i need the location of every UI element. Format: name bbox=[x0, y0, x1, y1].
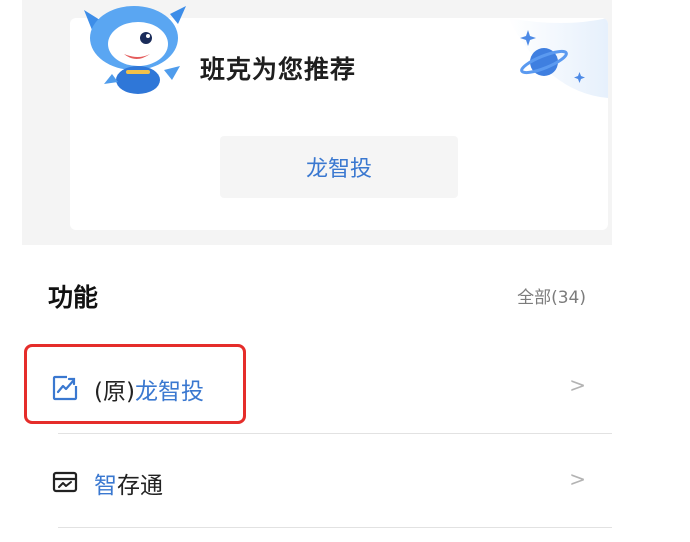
feature-item-label: (原)龙智投 bbox=[94, 372, 204, 406]
feature-label-prefix: (原) bbox=[94, 379, 135, 405]
recommend-section: 班克为您推荐 龙智投 bbox=[22, 0, 612, 245]
chevron-right-icon: > bbox=[569, 467, 586, 491]
feature-label-highlight: 智 bbox=[94, 473, 117, 499]
feature-item-longzhitou[interactable]: (原)龙智投 > bbox=[22, 340, 612, 434]
features-section-title: 功能 bbox=[48, 283, 99, 312]
chevron-right-icon: > bbox=[569, 373, 586, 397]
divider bbox=[58, 527, 612, 528]
view-all-features-link[interactable]: 全部(34) bbox=[517, 283, 586, 308]
trend-chart-icon bbox=[52, 375, 78, 401]
recommend-title: 班克为您推荐 bbox=[200, 55, 357, 84]
feature-label-suffix: 存通 bbox=[117, 473, 163, 499]
mascot-icon bbox=[84, 6, 186, 94]
recommend-chip-longzhitou[interactable]: 龙智投 bbox=[220, 136, 458, 198]
feature-item-zhicuntong[interactable]: 智存通 > bbox=[22, 434, 612, 528]
feature-label-highlight: 龙智投 bbox=[134, 379, 204, 405]
planet-decoration-icon bbox=[508, 18, 608, 98]
wallet-chart-icon bbox=[52, 471, 78, 493]
feature-item-label: 智存通 bbox=[94, 466, 163, 500]
